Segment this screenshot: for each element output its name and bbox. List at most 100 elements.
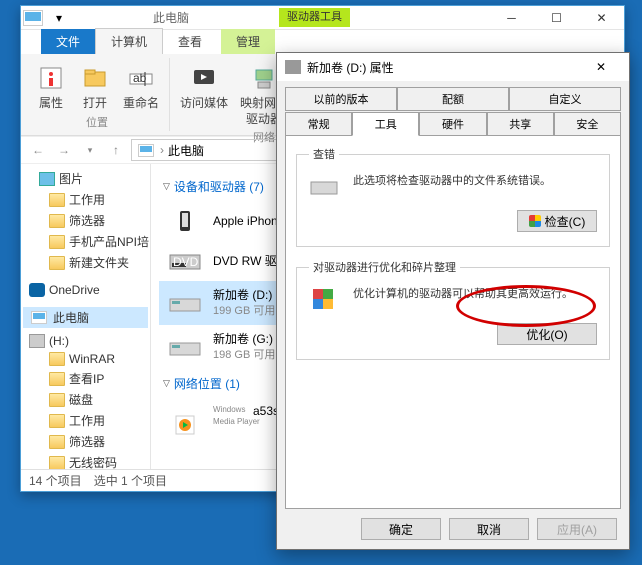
open-label: 打开: [83, 96, 107, 112]
folder-icon: [49, 435, 65, 449]
error-check-legend: 查错: [309, 146, 339, 162]
rename-button[interactable]: ab 重命名: [117, 60, 165, 114]
drive-icon: [167, 333, 203, 361]
device-label: Apple iPhone: [213, 213, 284, 230]
apply-button[interactable]: 应用(A): [537, 518, 617, 540]
properties-label: 属性: [39, 96, 63, 112]
dialog-title: 新加卷 (D:) 属性: [307, 59, 394, 76]
drive-check-icon: [309, 172, 341, 200]
tab-hardware[interactable]: 硬件: [419, 112, 486, 136]
error-check-group: 查错 此选项将检查驱动器中的文件系统错误。 检查(C): [296, 146, 610, 247]
folder-icon: [49, 372, 65, 386]
tab-security[interactable]: 安全: [554, 112, 621, 136]
tree-label: 手机产品NPI培…: [69, 233, 151, 250]
this-pc-icon: [23, 10, 43, 26]
tab-previous-versions[interactable]: 以前的版本: [285, 87, 397, 111]
dialog-body: 以前的版本 配额 自定义 常规 工具 硬件 共享 安全 查错 此选项将检查: [277, 81, 629, 509]
check-button-label: 检查(C): [545, 213, 586, 230]
nav-forward-button[interactable]: →: [53, 139, 75, 161]
tab-quota[interactable]: 配额: [397, 87, 509, 111]
tree-item-npi[interactable]: 手机产品NPI培…: [23, 231, 148, 252]
tab-computer[interactable]: 计算机: [95, 28, 163, 54]
pictures-icon: [39, 172, 55, 186]
open-button[interactable]: 打开: [73, 60, 117, 114]
rename-icon: ab: [125, 62, 157, 94]
status-count: 14 个项目: [29, 472, 82, 489]
tree-item-thispc[interactable]: 此电脑: [23, 307, 148, 328]
tree-item-filter2[interactable]: 筛选器: [23, 431, 148, 452]
tree-item-winrar[interactable]: WinRAR: [23, 350, 148, 368]
chevron-right-icon: ›: [160, 143, 164, 157]
shield-icon: [529, 215, 541, 227]
tree-label: 筛选器: [69, 433, 105, 450]
folder-icon: [49, 256, 65, 270]
breadcrumb-pc-icon: [138, 144, 154, 157]
folder-icon: [49, 214, 65, 228]
tab-view[interactable]: 查看: [163, 29, 217, 54]
tree-item-pictures[interactable]: 图片: [23, 168, 148, 189]
tree-item-wifipw[interactable]: 无线密码: [23, 452, 148, 469]
ok-label: 确定: [389, 521, 413, 538]
tree-item-lookupip[interactable]: 查看IP: [23, 368, 148, 389]
chevron-down-icon: ▽: [163, 378, 170, 389]
tree-label: 筛选器: [69, 212, 105, 229]
tree-item-work[interactable]: 工作用: [23, 189, 148, 210]
drive-icon: [285, 60, 301, 74]
tree-label: OneDrive: [49, 283, 100, 297]
rename-label: 重命名: [123, 96, 159, 112]
ok-button[interactable]: 确定: [361, 518, 441, 540]
properties-dialog: 新加卷 (D:) 属性 ✕ 以前的版本 配额 自定义 常规 工具 硬件 共享 安…: [276, 52, 630, 550]
nav-up-button[interactable]: ↑: [105, 139, 127, 161]
tree-label: 磁盘: [69, 391, 93, 408]
tab-custom[interactable]: 自定义: [509, 87, 621, 111]
dialog-titlebar: 新加卷 (D:) 属性 ✕: [277, 53, 629, 81]
nav-tree: 图片 工作用 筛选器 手机产品NPI培… 新建文件夹 OneDrive 此电脑 …: [21, 164, 151, 469]
tab-manage[interactable]: 管理: [221, 29, 275, 54]
media-icon: [188, 62, 220, 94]
tree-item-newfolder[interactable]: 新建文件夹: [23, 252, 148, 273]
tab-sharing[interactable]: 共享: [487, 112, 554, 136]
maximize-button[interactable]: ☐: [534, 7, 579, 29]
tab-file[interactable]: 文件: [41, 29, 95, 54]
minimize-button[interactable]: ─: [489, 7, 534, 29]
tab-tools[interactable]: 工具: [352, 112, 419, 136]
quickaccess-dropdown-icon[interactable]: ▾: [47, 8, 71, 28]
tree-item-onedrive[interactable]: OneDrive: [23, 281, 148, 299]
ribbon-group-location-label: 位置: [86, 114, 108, 130]
check-button[interactable]: 检查(C): [517, 210, 597, 232]
tree-item-filter[interactable]: 筛选器: [23, 210, 148, 231]
tree-item-hdrive[interactable]: (H:): [23, 332, 148, 350]
tree-item-disk[interactable]: 磁盘: [23, 389, 148, 410]
tree-item-work2[interactable]: 工作用: [23, 410, 148, 431]
iphone-icon: [167, 207, 203, 235]
dialog-close-button[interactable]: ✕: [581, 55, 621, 79]
folder-icon: [49, 352, 65, 366]
breadcrumb-root[interactable]: 此电脑: [168, 142, 204, 159]
status-selected: 选中 1 个项目: [94, 472, 167, 489]
open-icon: [79, 62, 111, 94]
tree-label: 查看IP: [69, 370, 104, 387]
access-media-button[interactable]: 访问媒体: [174, 60, 234, 129]
tab-general[interactable]: 常规: [285, 112, 352, 136]
close-button[interactable]: ✕: [579, 7, 624, 29]
apply-label: 应用(A): [557, 521, 597, 538]
cancel-button[interactable]: 取消: [449, 518, 529, 540]
optimize-button-label: 优化(O): [526, 326, 567, 343]
chevron-down-icon: ▽: [163, 181, 170, 192]
dialog-footer: 确定 取消 应用(A): [277, 509, 629, 549]
optimize-legend: 对驱动器进行优化和碎片整理: [309, 259, 460, 275]
properties-button[interactable]: 属性: [29, 60, 73, 114]
tree-label: WinRAR: [69, 352, 115, 366]
properties-icon: [35, 62, 67, 94]
tree-label: 图片: [59, 170, 83, 187]
titlebar: ▾ 驱动器工具 此电脑 ─ ☐ ✕: [21, 6, 624, 30]
group-network-label: 网络位置 (1): [174, 375, 240, 392]
optimize-button[interactable]: 优化(O): [497, 323, 597, 345]
tree-label: (H:): [49, 334, 69, 348]
ribbon-tabs: 文件 计算机 查看 管理: [21, 30, 624, 54]
this-pc-icon: [31, 311, 47, 324]
tools-tab-content: 查错 此选项将检查驱动器中的文件系统错误。 检查(C) 对驱动器进行优化和碎片整…: [285, 135, 621, 509]
nav-back-button[interactable]: ←: [27, 139, 49, 161]
tree-label: 新建文件夹: [69, 254, 129, 271]
nav-history-button[interactable]: ▾: [79, 139, 101, 161]
